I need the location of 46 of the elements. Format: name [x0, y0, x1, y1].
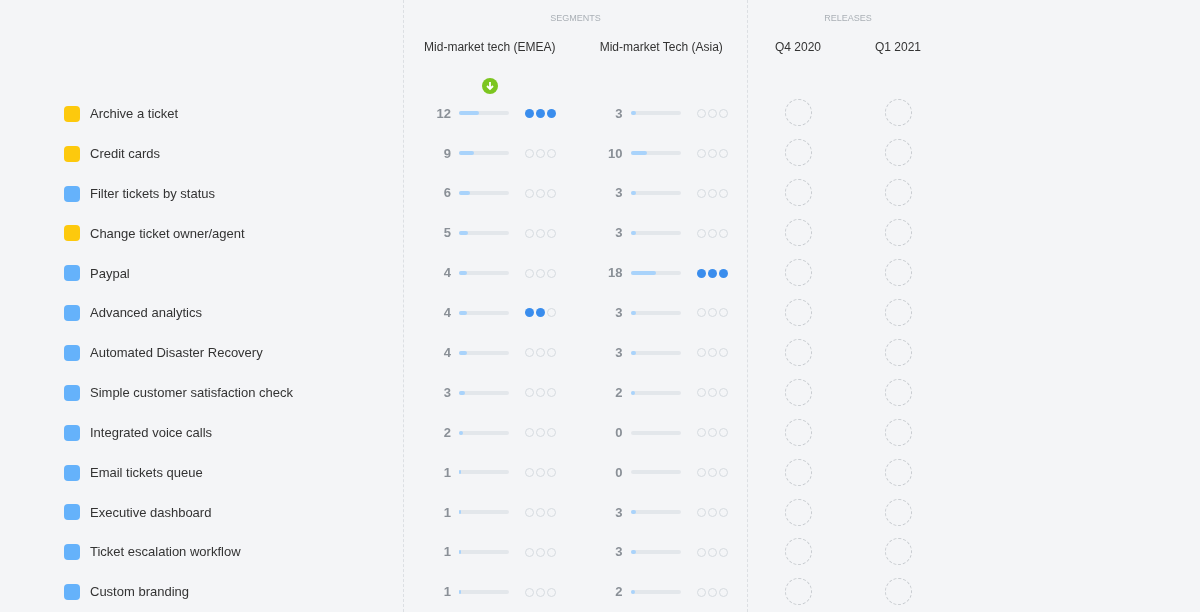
- feature-name: Paypal: [90, 264, 130, 283]
- count: 5: [442, 224, 452, 243]
- feature-name: Email tickets queue: [90, 463, 203, 482]
- count: 3: [614, 543, 624, 562]
- feature-name: Credit cards: [90, 145, 161, 163]
- column-header[interactable]: Mid-market Tech (Asia): [599, 37, 723, 56]
- feature-name: Advanced analytics: [90, 304, 202, 323]
- count: 1: [442, 543, 452, 562]
- count: 0: [614, 463, 624, 482]
- count: 2: [442, 423, 452, 442]
- count: 3: [614, 104, 624, 123]
- count: 3: [442, 383, 452, 402]
- count: 3: [614, 224, 624, 243]
- feature-name: Ticket escalation workflow: [90, 543, 241, 562]
- group-header: SEGMENTS: [550, 12, 601, 25]
- feature-name: Custom branding: [90, 583, 189, 602]
- count: 3: [614, 503, 624, 522]
- count: 18: [607, 264, 624, 283]
- count: 4: [442, 304, 452, 323]
- count: 3: [614, 304, 624, 323]
- count: 2: [614, 583, 624, 602]
- count: 3: [614, 344, 624, 363]
- group-header: RELEASES: [824, 12, 872, 25]
- count: 1: [442, 583, 452, 602]
- column-header[interactable]: Q4 2020: [774, 37, 821, 56]
- count: 1: [442, 463, 452, 482]
- count: 4: [442, 344, 452, 363]
- feature-name: Simple customer satisfaction check: [90, 384, 294, 403]
- sort-down-icon[interactable]: [481, 77, 498, 94]
- feature-name: Automated Disaster Recovery: [90, 344, 263, 363]
- count: 4: [442, 264, 452, 283]
- count: 10: [607, 144, 624, 163]
- feature-name: Filter tickets by status: [90, 184, 215, 203]
- count: 3: [614, 184, 624, 203]
- feature-name: Executive dashboard: [90, 503, 212, 522]
- count: 9: [442, 144, 452, 163]
- column-header[interactable]: Mid-market tech (EMEA): [424, 37, 556, 56]
- count: 2: [614, 383, 624, 402]
- count: 1: [442, 503, 452, 522]
- feature-name: Change ticket owner/agent: [90, 224, 245, 243]
- count: 12: [435, 104, 452, 123]
- count: 6: [442, 184, 452, 203]
- feature-name: Integrated voice calls: [90, 423, 213, 442]
- feature-name: Archive a ticket: [90, 105, 179, 124]
- column-header[interactable]: Q1 2021: [874, 37, 921, 56]
- count: 0: [614, 423, 624, 442]
